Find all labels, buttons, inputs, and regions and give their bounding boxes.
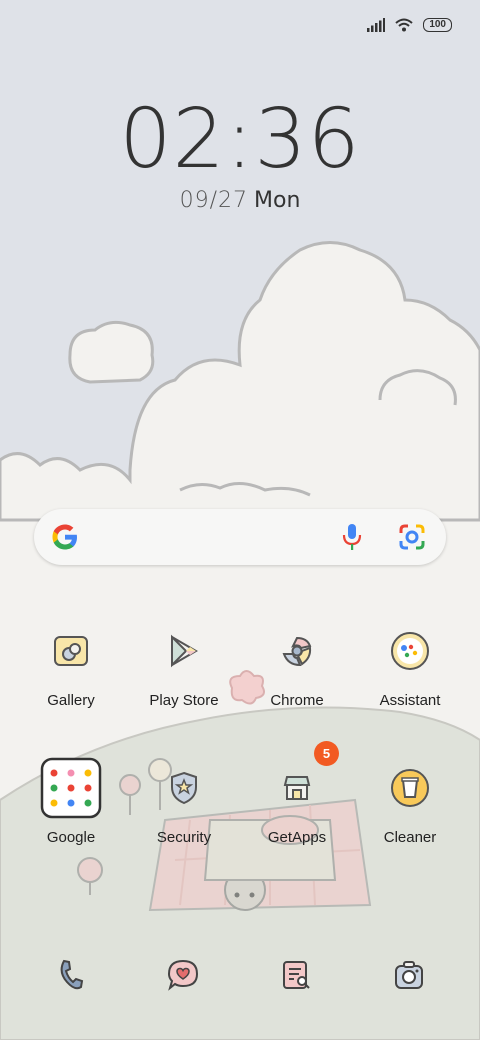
cleaner-icon — [379, 757, 441, 819]
wifi-icon — [395, 18, 413, 32]
app-play-store[interactable]: Play Store — [128, 620, 240, 709]
assistant-icon — [379, 620, 441, 682]
clock-date[interactable]: 09/27 Mon — [0, 188, 480, 213]
getapps-icon — [266, 757, 328, 819]
app-label: Google — [46, 829, 96, 846]
date-text: 09/27 — [179, 188, 248, 213]
app-getapps[interactable]: GetApps — [241, 757, 353, 846]
mic-icon[interactable] — [340, 523, 364, 551]
app-assistant[interactable]: Assistant — [354, 620, 466, 709]
dock-messages[interactable] — [153, 945, 213, 1005]
phone-icon — [60, 959, 84, 990]
dock-camera[interactable] — [379, 945, 439, 1005]
app-security[interactable]: Security — [128, 757, 240, 846]
chrome-icon — [266, 620, 328, 682]
clock-time[interactable]: 02:36 — [0, 92, 480, 187]
app-label: Play Store — [149, 692, 219, 709]
gallery-icon — [40, 620, 102, 682]
play-store-icon — [153, 620, 215, 682]
app-google-folder[interactable]: Google — [15, 757, 127, 846]
cloud-small — [68, 320, 155, 384]
weekday-text: Mon — [254, 188, 301, 213]
camera-icon — [395, 961, 423, 989]
app-gallery[interactable]: Gallery — [15, 620, 127, 709]
battery-indicator: 100 — [423, 18, 452, 32]
signal-icon — [367, 18, 386, 32]
notification-badge: 5 — [314, 741, 339, 766]
app-chrome[interactable]: Chrome — [241, 620, 353, 709]
app-label: Security — [156, 829, 212, 846]
google-folder-icon — [40, 757, 102, 819]
google-search-bar[interactable] — [34, 509, 446, 565]
app-label: Chrome — [270, 692, 324, 709]
app-cleaner[interactable]: Cleaner — [354, 757, 466, 846]
google-g-icon — [52, 524, 77, 550]
status-bar: 100 — [367, 18, 452, 32]
notes-icon — [283, 961, 310, 989]
app-label: Cleaner — [383, 829, 437, 846]
dock-phone[interactable] — [40, 945, 100, 1005]
security-icon — [153, 757, 215, 819]
app-label: Assistant — [379, 692, 441, 709]
dock-notes[interactable] — [266, 945, 326, 1005]
app-label: Gallery — [47, 692, 95, 709]
google-lens-icon[interactable] — [398, 523, 426, 551]
app-label: GetApps — [267, 829, 327, 846]
messages-icon — [167, 959, 199, 991]
